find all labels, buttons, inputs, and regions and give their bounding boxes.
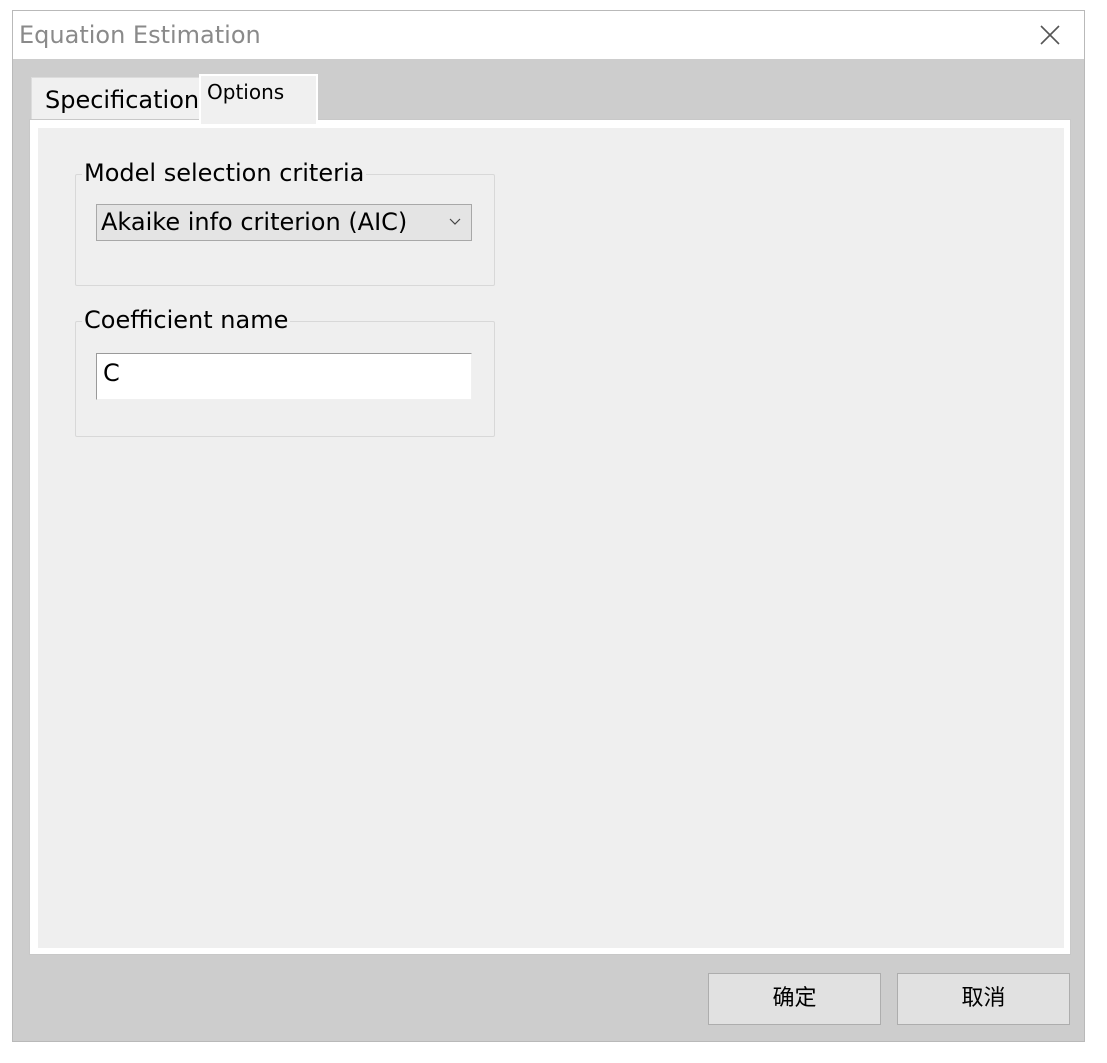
ok-button[interactable]: 确定 (708, 973, 881, 1025)
coefficient-name-input[interactable]: C (96, 353, 472, 400)
model-selection-group: Model selection criteria Akaike info cri… (75, 159, 495, 286)
coefficient-name-group: Coefficient name C (75, 306, 495, 437)
coefficient-name-label: Coefficient name (82, 306, 291, 334)
close-button[interactable] (1014, 11, 1084, 59)
model-selection-dropdown[interactable]: Akaike info criterion (AIC) (96, 204, 472, 241)
title-bar: Equation Estimation (13, 11, 1084, 59)
window-title: Equation Estimation (19, 21, 261, 49)
close-icon (1040, 25, 1060, 45)
tab-options-label: Options (207, 80, 285, 104)
equation-estimation-dialog: Equation Estimation Specification Option… (12, 10, 1085, 1042)
coefficient-name-value: C (103, 359, 120, 387)
chevron-down-icon (449, 218, 461, 225)
cancel-button[interactable]: 取消 (897, 973, 1070, 1025)
tab-specification-label: Specification (45, 86, 200, 114)
model-selection-label: Model selection criteria (82, 159, 367, 187)
tab-options[interactable]: Options (199, 74, 318, 124)
tab-specification[interactable]: Specification (31, 77, 200, 122)
model-selection-value: Akaike info criterion (AIC) (101, 208, 408, 236)
